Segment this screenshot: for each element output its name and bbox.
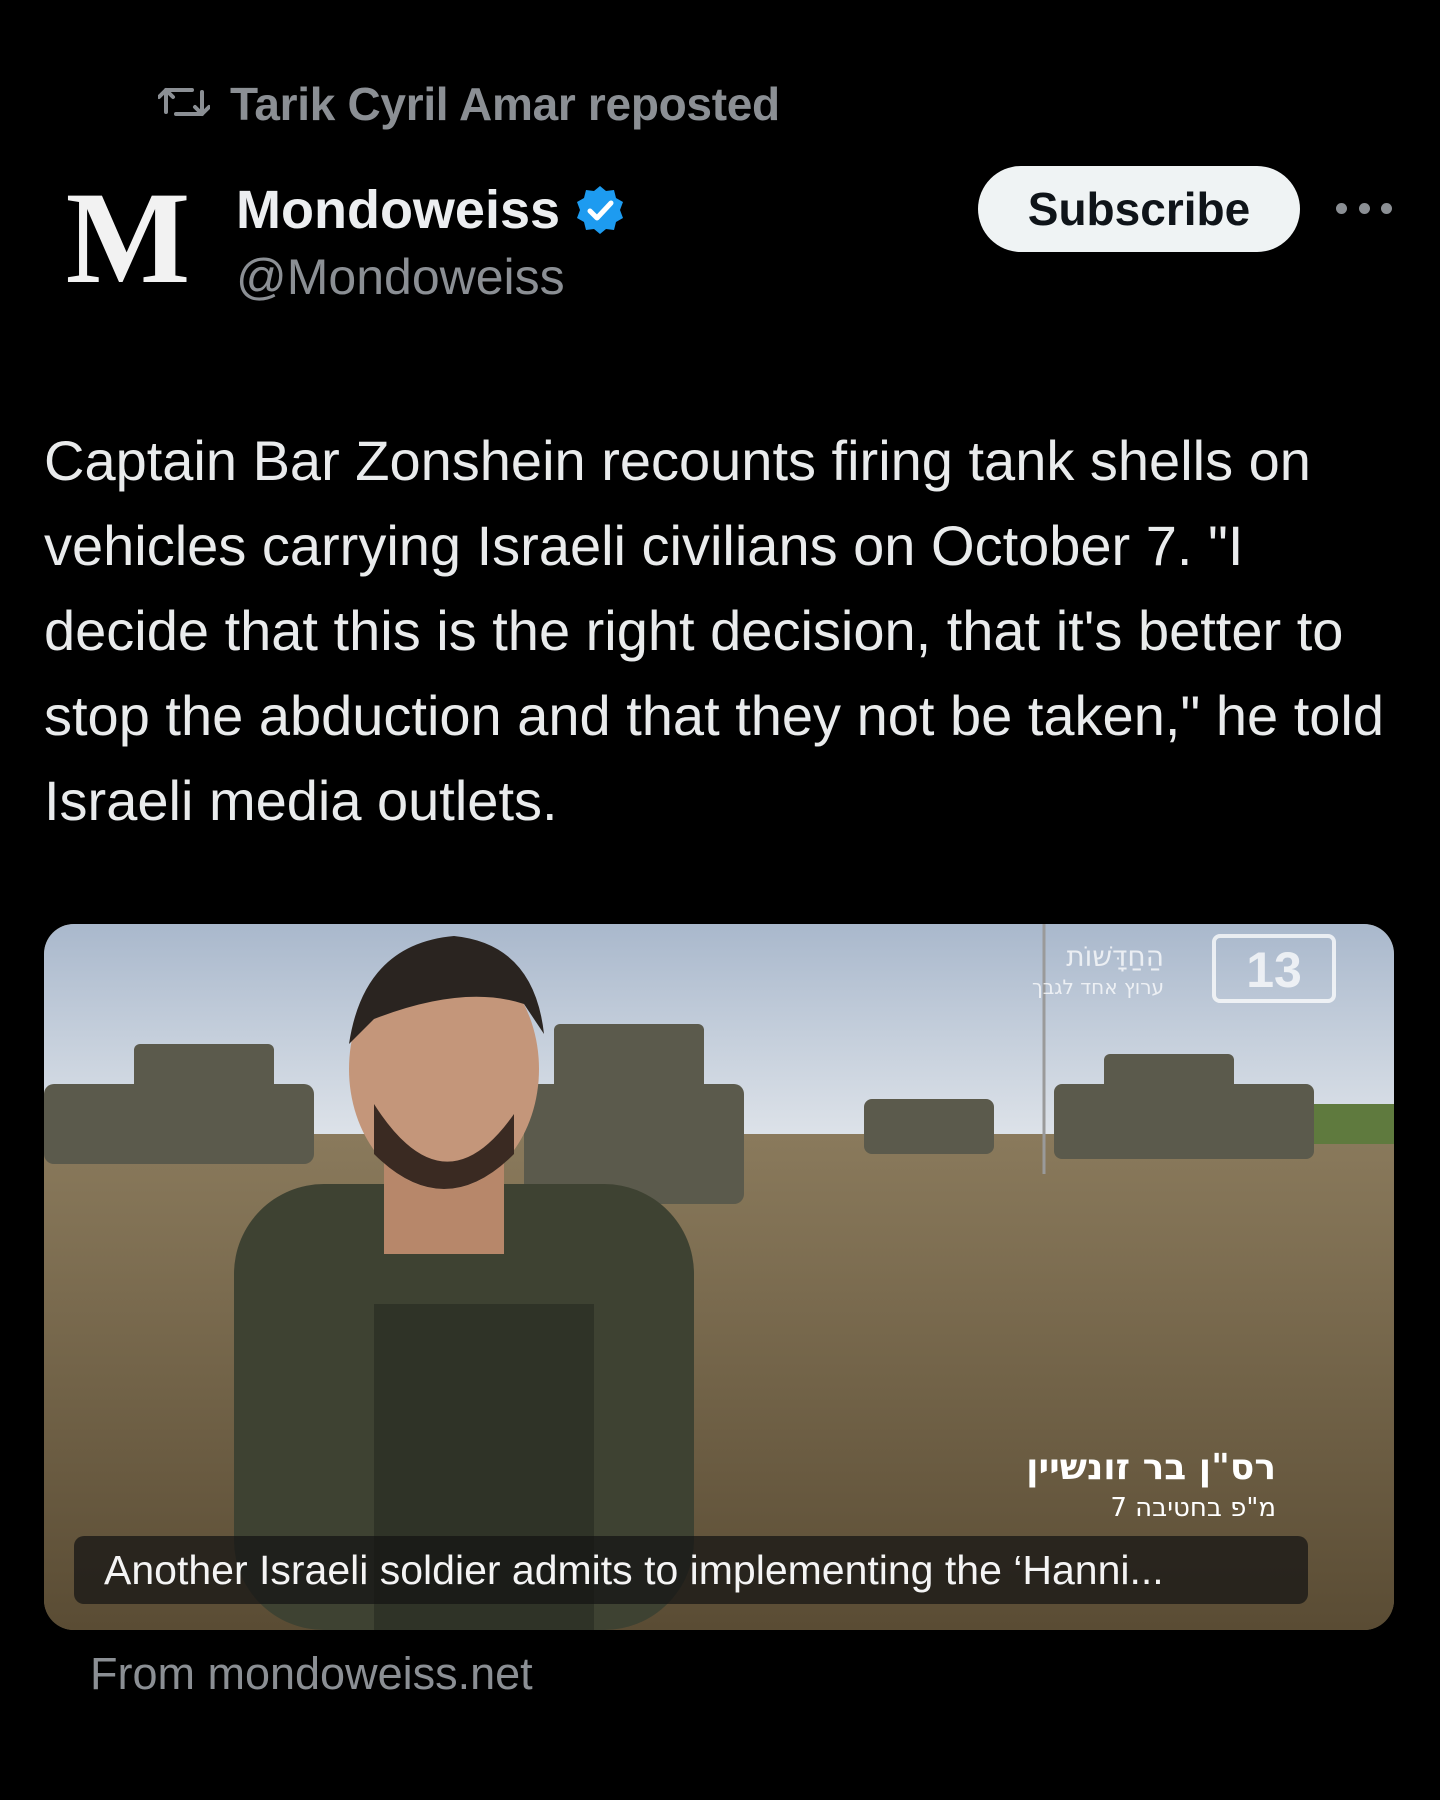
video-scene-image: 13 הַחַדָּשׁוֹת ערוץ אחד לגבך רס"ן בר זו… (44, 924, 1394, 1630)
svg-text:הַחַדָּשׁוֹת: הַחַדָּשׁוֹת (1066, 940, 1164, 973)
link-source[interactable]: From mondoweiss.net (90, 1648, 533, 1700)
author-display-name[interactable]: Mondoweiss (236, 179, 560, 241)
subscribe-button[interactable]: Subscribe (978, 166, 1300, 252)
repost-indicator[interactable]: Tarik Cyril Amar reposted (157, 76, 780, 132)
video-caption: Another Israeli soldier admits to implem… (74, 1536, 1308, 1604)
author-block: Mondoweiss @Mondoweiss (236, 178, 626, 306)
more-horizontal-icon[interactable] (1336, 196, 1392, 220)
repost-icon (157, 82, 211, 127)
svg-text:13: 13 (1246, 942, 1302, 998)
svg-text:מ"פ בחטיבה 7: מ"פ בחטיבה 7 (1110, 1493, 1276, 1523)
tweet-text: Captain Bar Zonshein recounts firing tan… (44, 429, 1384, 832)
video-thumbnail[interactable]: 13 הַחַדָּשׁוֹת ערוץ אחד לגבך רס"ן בר זו… (44, 924, 1394, 1630)
svg-text:רס"ן בר זונשיין: רס"ן בר זונשיין (1026, 1447, 1276, 1488)
svg-text:ערוץ אחד לגבך: ערוץ אחד לגבך (1032, 975, 1164, 999)
author-handle[interactable]: @Mondoweiss (236, 248, 626, 306)
avatar[interactable]: M (58, 172, 198, 304)
verified-badge-icon (574, 184, 626, 236)
repost-label: Tarik Cyril Amar reposted (230, 78, 780, 130)
